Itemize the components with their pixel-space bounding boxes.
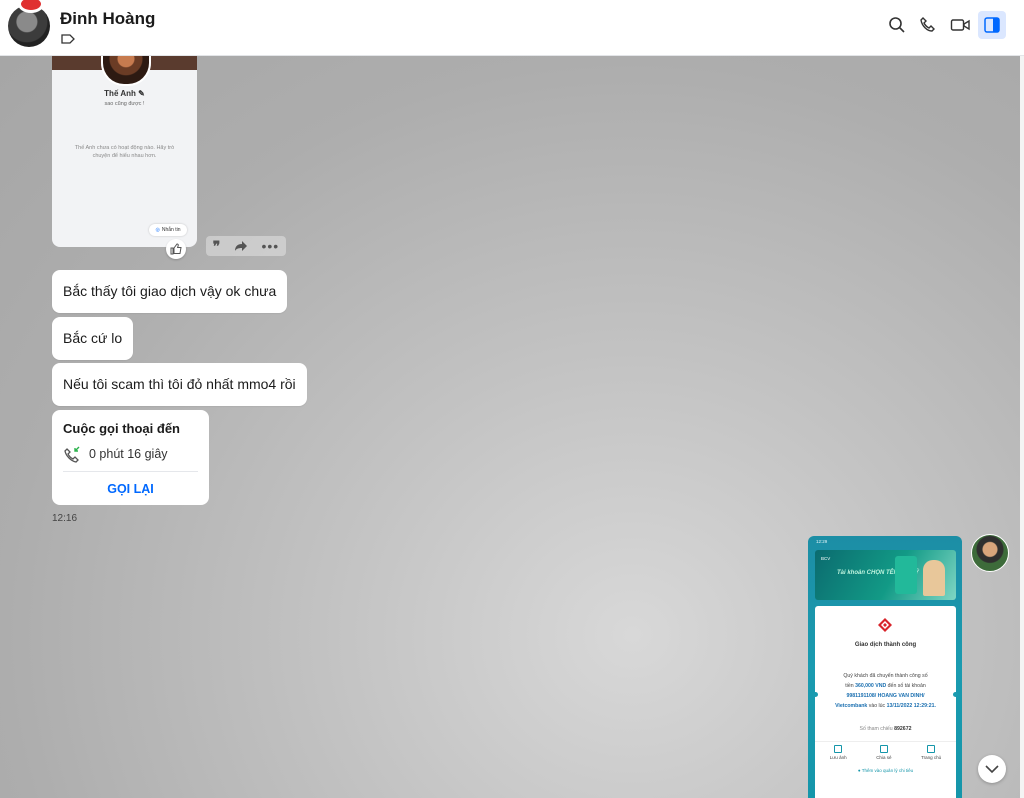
bank-receipt-image[interactable]: 12:29 BCV Tài khoản CHỌN TÊN NHƯ Ý Giao …: [808, 536, 962, 798]
chat-header: Đinh Hoàng: [0, 0, 1024, 56]
call-title: Cuộc gọi thoại đến: [63, 421, 180, 436]
receipt-details: Quý khách đã chuyển thành công số tiền 3…: [823, 671, 948, 711]
home-action: Trang chủ: [921, 742, 941, 764]
forward-icon[interactable]: [234, 240, 248, 252]
message-timestamp: 12:16: [52, 513, 78, 524]
chevron-down-icon: [985, 765, 999, 774]
receipt-notch: [813, 692, 818, 697]
receipt-actions: Lưu ảnh Chia sẻ Trang chủ: [815, 741, 956, 764]
self-avatar[interactable]: [971, 534, 1009, 572]
receipt-status-time: 12:29: [816, 539, 828, 544]
profile-status: sao cũng được !: [104, 101, 145, 107]
contact-name[interactable]: Đinh Hoàng: [60, 9, 155, 29]
message-bubble[interactable]: Bắc cứ lo: [52, 317, 134, 360]
receipt-banner: BCV Tài khoản CHỌN TÊN NHƯ Ý: [815, 550, 956, 600]
message-list[interactable]: Thế Anh ✎ sao cũng được ! Thế Anh chưa c…: [0, 56, 1020, 798]
profile-avatar: [101, 56, 151, 86]
edit-icon: ✎: [138, 89, 145, 98]
profile-message-label: Nhắn tin: [161, 227, 181, 233]
incoming-call-icon: [64, 446, 80, 463]
call-duration: 0 phút 16 giây: [89, 447, 168, 461]
message-actions: ❞ •••: [206, 236, 286, 256]
save-image-action: Lưu ảnh: [830, 742, 847, 764]
video-call-icon[interactable]: [950, 15, 970, 35]
scroll-to-bottom-button[interactable]: [978, 755, 1006, 783]
receipt-line: Vietcombank vào lúc 13/11/2022 12:29:21.: [835, 703, 936, 709]
scrollbar[interactable]: [1020, 56, 1024, 798]
receipt-notch: [953, 692, 958, 697]
receipt-reference: Số tham chiếu 892672: [859, 726, 912, 732]
tag-icon[interactable]: [61, 33, 75, 45]
profile-message-button: ◎ Nhắn tin: [149, 224, 187, 236]
receipt-success: Giao dịch thành công: [854, 642, 917, 648]
call-card: Cuộc gọi thoại đến 0 phút 16 giây GỌI LẠ…: [52, 410, 209, 505]
like-button[interactable]: [166, 239, 186, 259]
receipt-card: Giao dịch thành công Quý khách đã chuyển…: [813, 606, 958, 798]
receipt-more: ● Thêm vào quản lý chi tiêu: [857, 768, 914, 773]
receipt-account: 9981191108/ HOANG VAN DINH/: [846, 693, 925, 699]
receipt-line: tiền 360,000 VND đến số tài khoản: [845, 683, 926, 689]
message-bubble[interactable]: Bắc thấy tôi giao dịch vậy ok chưa: [52, 270, 288, 313]
profile-card-image[interactable]: Thế Anh ✎ sao cũng được ! Thế Anh chưa c…: [52, 56, 197, 247]
banner-person: [923, 560, 945, 596]
bank-short-logo: BCV: [821, 556, 831, 561]
banner-phone: [895, 556, 917, 594]
chat-bubble-icon: ◎: [155, 227, 160, 233]
share-action: Chia sẻ: [876, 742, 891, 764]
thumbs-up-icon: [170, 243, 182, 255]
message-bubble[interactable]: Nếu tôi scam thì tôi đỏ nhất mmo4 rồi: [52, 363, 307, 406]
sidebar-toggle-icon[interactable]: [978, 11, 1006, 39]
phone-call-icon[interactable]: [918, 15, 938, 35]
search-icon[interactable]: [887, 15, 907, 35]
contact-avatar[interactable]: [8, 0, 50, 47]
profile-name: Thế Anh ✎: [104, 89, 145, 98]
divider: [63, 471, 198, 472]
profile-empty-text: Thế Anh chưa có hoạt động nào. Hãy trò c…: [74, 145, 175, 159]
call-back-button[interactable]: GỌI LẠI: [52, 482, 209, 496]
avatar-badge: [18, 0, 44, 13]
more-icon[interactable]: •••: [261, 238, 279, 254]
bank-logo-icon: [878, 618, 892, 632]
quote-icon[interactable]: ❞: [213, 238, 221, 255]
receipt-line: Quý khách đã chuyển thành công số: [843, 673, 928, 679]
